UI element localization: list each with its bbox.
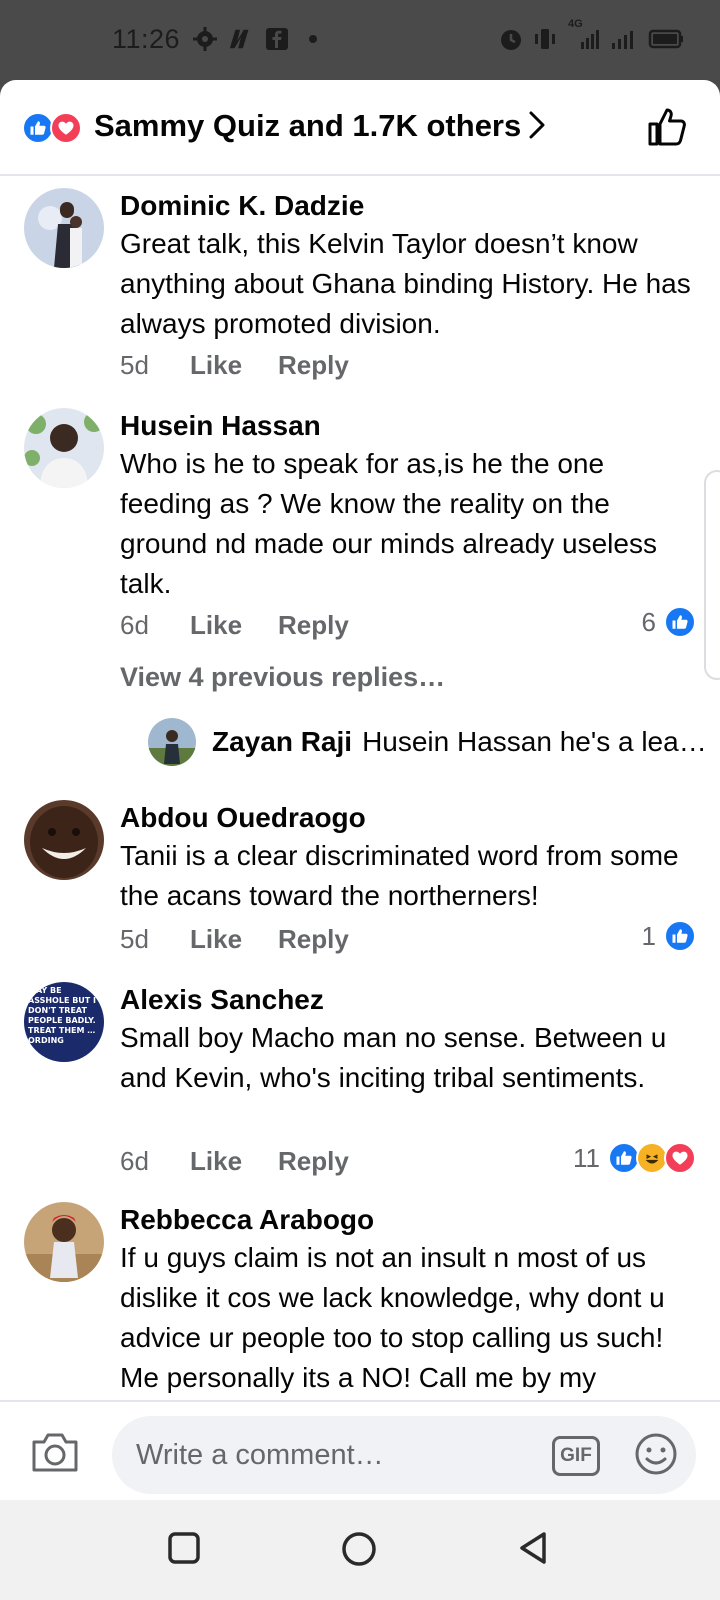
status-bar: 11:26 4G (0, 0, 720, 80)
reply-comment-button[interactable]: Reply (278, 610, 349, 641)
facebook-icon (264, 26, 290, 52)
reply-comment-button[interactable]: Reply (278, 924, 349, 955)
like-post-button[interactable] (646, 106, 688, 153)
notification-dot-icon (300, 26, 326, 52)
reactions-summary-text[interactable]: Sammy Quiz and 1.7K others (94, 108, 521, 144)
avatar[interactable] (24, 1202, 104, 1282)
avatar[interactable]: …AY BE ASSHOLE BUT I DON'T TREAT PEOPLE … (24, 982, 104, 1062)
comments-sheet: Sammy Quiz and 1.7K others Dominic K. Da… (0, 80, 720, 1500)
comment-text: Small boy Macho man no sense. Between u … (120, 1022, 667, 1093)
emoji-icon[interactable] (634, 1432, 678, 1481)
network-type: 4G (568, 18, 583, 30)
comment-text: Great talk, this Kelvin Taylor doesn’t k… (120, 228, 691, 339)
battery-icon (648, 26, 684, 52)
gif-button[interactable]: GIF (552, 1436, 600, 1476)
commenter-name[interactable]: Abdou Ouedraogo (120, 800, 700, 836)
like-reaction-icon (664, 606, 696, 638)
reaction-count: 11 (573, 1142, 600, 1173)
like-comment-button[interactable]: Like (190, 350, 278, 381)
signal-icon (610, 26, 640, 52)
back-triangle-icon[interactable] (516, 1530, 552, 1571)
comment-item: …AY BE ASSHOLE BUT I DON'T TREAT PEOPLE … (0, 982, 720, 1192)
reaction-count: 6 (641, 606, 656, 637)
commenter-name[interactable]: Husein Hassan (120, 408, 700, 444)
comment-item: Husein Hassan Who is he to speak for as,… (0, 408, 720, 788)
like-reaction-icon (664, 920, 696, 952)
comment-item: Dominic K. Dadzie Great talk, this Kelvi… (0, 188, 720, 398)
camera-icon[interactable] (30, 1430, 80, 1479)
comment-item: Rebbecca Arabogo If u guys claim is not … (0, 1202, 720, 1422)
reaction-count: 1 (641, 920, 656, 951)
view-previous-replies-link[interactable]: View 4 previous replies… (120, 662, 445, 693)
reply-avatar[interactable] (148, 718, 196, 766)
comment-text: Tanii is a clear discriminated word from… (120, 840, 679, 911)
chevron-right-icon[interactable] (528, 110, 546, 145)
comment-age: 6d (120, 1146, 149, 1176)
avatar[interactable] (24, 188, 104, 268)
reactions-summary-bar[interactable]: Sammy Quiz and 1.7K others (0, 80, 720, 176)
reply-comment-button[interactable]: Reply (278, 350, 349, 381)
alarm-icon (498, 26, 524, 52)
comment-text: Who is he to speak for as,is he the one … (120, 448, 657, 599)
reply-comment-button[interactable]: Reply (278, 1146, 349, 1177)
commenter-name[interactable]: Rebbecca Arabogo (120, 1202, 700, 1238)
like-comment-button[interactable]: Like (190, 610, 278, 641)
avatar-text: …AY BE ASSHOLE BUT I DON'T TREAT PEOPLE … (28, 986, 97, 1045)
recents-square-icon[interactable] (166, 1530, 202, 1571)
comment-reactions[interactable]: 6 (642, 606, 696, 638)
commenter-name[interactable]: Alexis Sanchez (120, 982, 700, 1018)
love-reaction-icon (664, 1142, 696, 1174)
comment-age: 5d (120, 924, 149, 954)
love-reaction-icon (50, 112, 82, 144)
status-time: 11:26 (112, 24, 181, 54)
comment-reactions[interactable]: 11 (573, 1142, 696, 1174)
like-comment-button[interactable]: Like (190, 924, 278, 955)
vibrate-icon (532, 26, 558, 52)
avatar[interactable] (24, 800, 104, 880)
comment-text: If u guys claim is not an insult n most … (120, 1242, 665, 1393)
commenter-name[interactable]: Dominic K. Dadzie (120, 188, 700, 224)
comment-item: Abdou Ouedraogo Tanii is a clear discrim… (0, 800, 720, 970)
avatar[interactable] (24, 408, 104, 488)
reaction-icons (22, 112, 82, 144)
comment-composer: GIF (0, 1400, 720, 1500)
app-notification-icon (228, 26, 254, 52)
home-circle-icon[interactable] (340, 1530, 378, 1573)
comment-age: 5d (120, 350, 149, 380)
reply-text: Husein Hassan he's a lea… (362, 726, 707, 757)
system-navigation-bar (0, 1500, 720, 1600)
comment-age: 6d (120, 610, 149, 640)
reply-preview[interactable]: Zayan Raji Husein Hassan he's a lea… (148, 718, 707, 766)
reply-author-name[interactable]: Zayan Raji (212, 726, 352, 758)
signal-4g-icon: 4G (566, 18, 602, 52)
scroll-handle[interactable] (704, 470, 720, 680)
comment-input[interactable] (112, 1416, 696, 1494)
comment-reactions[interactable]: 1 (642, 920, 696, 952)
settings-gear-icon (192, 26, 218, 52)
like-comment-button[interactable]: Like (190, 1146, 278, 1177)
